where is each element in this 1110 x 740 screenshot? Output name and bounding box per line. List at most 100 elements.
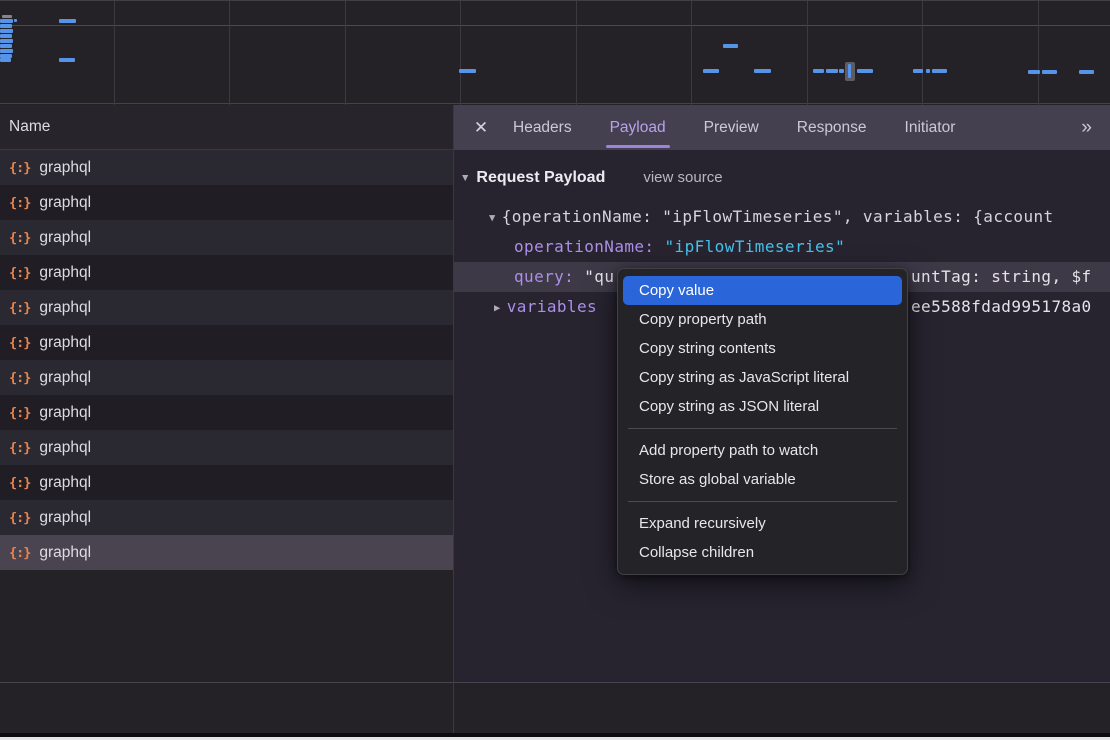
request-timing-bar[interactable] — [14, 19, 17, 22]
json-braces-icon: {:} — [9, 475, 30, 491]
menu-item-collapse-children[interactable]: Collapse children — [623, 538, 902, 567]
request-timing-bar[interactable] — [857, 69, 873, 73]
payload-row-operation-name[interactable]: operationName: "ipFlowTimeseries" — [453, 232, 1110, 262]
request-timing-bar[interactable] — [754, 69, 771, 73]
tab-response[interactable]: Response — [778, 105, 886, 150]
request-timing-bar[interactable] — [0, 24, 12, 28]
close-icon[interactable]: ✕ — [468, 118, 494, 138]
request-name: graphql — [39, 369, 91, 387]
json-value-tail: ee5588fdad995178a0 — [911, 292, 1092, 322]
collapse-triangle-icon[interactable]: ▼ — [489, 203, 496, 233]
request-row[interactable]: {:}graphql — [0, 535, 453, 570]
request-row[interactable]: {:} graphql — [0, 360, 453, 395]
overview-gridline — [922, 1, 923, 105]
request-name: graphql — [39, 439, 91, 457]
menu-item-copy-string-as-json-literal[interactable]: Copy string as JSON literal — [623, 392, 902, 421]
devtools-network-panel: Name {:}graphql{:}graphql{:}graphql{:}gr… — [0, 0, 1110, 740]
request-name: graphql — [39, 544, 91, 562]
column-divider[interactable] — [453, 105, 454, 733]
tab-headers[interactable]: Headers — [494, 105, 591, 150]
overview-row-divider — [0, 25, 1110, 26]
name-column-header[interactable]: Name — [0, 105, 453, 150]
request-timing-bar[interactable] — [1079, 70, 1094, 74]
request-row[interactable]: {:} graphql — [0, 465, 453, 500]
request-timing-bar[interactable] — [913, 69, 923, 73]
request-row[interactable]: {:} graphql — [0, 150, 453, 185]
json-braces-icon: {:} — [9, 300, 30, 316]
request-timing-bar[interactable] — [0, 29, 13, 33]
request-row[interactable]: {:}graphql — [0, 255, 453, 290]
overview-gridline — [1038, 1, 1039, 105]
request-timing-bar[interactable] — [0, 19, 13, 23]
request-row[interactable]: {:}graphql — [0, 395, 453, 430]
menu-item-copy-string-as-javascript-literal[interactable]: Copy string as JavaScript literal — [623, 363, 902, 392]
context-menu: Copy valueCopy property pathCopy string … — [617, 268, 908, 575]
request-timing-bar[interactable] — [932, 69, 947, 73]
request-timing-bar[interactable] — [723, 44, 738, 48]
json-key: query: — [514, 267, 574, 286]
request-timing-bar[interactable] — [2, 15, 12, 18]
request-timing-bar[interactable] — [813, 69, 824, 73]
payload-root-row[interactable]: ▼ {operationName: "ipFlowTimeseries", var… — [453, 202, 1110, 232]
request-timing-bar[interactable] — [59, 19, 76, 23]
request-row[interactable]: {:}graphql — [0, 220, 453, 255]
request-payload-section[interactable]: ▼Request Payloadview source — [453, 163, 1110, 193]
menu-item-add-property-path-to-watch[interactable]: Add property path to watch — [623, 436, 902, 465]
request-timing-bar[interactable] — [826, 69, 838, 73]
payload-preview-text: {operationName: "ipFlowTimeseries", vari… — [502, 207, 1054, 226]
request-name: graphql — [39, 334, 91, 352]
overview-gridline — [114, 1, 115, 105]
overview-gridline — [807, 1, 808, 105]
request-timing-bar[interactable] — [1028, 70, 1040, 74]
tab-preview[interactable]: Preview — [685, 105, 778, 150]
request-timing-bar[interactable] — [839, 69, 844, 73]
menu-item-copy-property-path[interactable]: Copy property path — [623, 305, 902, 334]
request-row[interactable]: {:} graphql — [0, 500, 453, 535]
request-timing-bar[interactable] — [459, 69, 476, 73]
json-braces-icon: {:} — [9, 510, 30, 526]
request-name: graphql — [39, 264, 91, 282]
network-overview-timeline[interactable] — [0, 0, 1110, 104]
menu-separator — [628, 428, 897, 429]
menu-item-copy-value[interactable]: Copy value — [623, 276, 902, 305]
request-timing-bar[interactable] — [0, 34, 12, 38]
request-timing-bar[interactable] — [59, 58, 75, 62]
json-string-value-tail: untTag: string, $f — [911, 262, 1092, 292]
menu-item-expand-recursively[interactable]: Expand recursively — [623, 509, 902, 538]
summary-bar-divider — [0, 682, 1110, 683]
selected-request-marker-line — [848, 64, 851, 78]
request-name: graphql — [39, 159, 91, 177]
collapse-triangle-icon[interactable]: ▼ — [460, 163, 470, 193]
view-source-link[interactable]: view source — [643, 169, 722, 186]
request-name: graphql — [39, 509, 91, 527]
request-row[interactable]: {:}graphql — [0, 185, 453, 220]
tab-payload[interactable]: Payload — [591, 105, 685, 150]
json-string-value — [654, 237, 664, 256]
request-row[interactable]: {:}graphql — [0, 430, 453, 465]
json-braces-icon: {:} — [9, 230, 30, 246]
request-timing-bar[interactable] — [0, 49, 13, 53]
menu-item-copy-string-contents[interactable]: Copy string contents — [623, 334, 902, 363]
request-row[interactable]: {:}graphql — [0, 290, 453, 325]
json-string-value: "qu — [584, 267, 614, 286]
request-timing-bar[interactable] — [1042, 70, 1057, 74]
more-tabs-icon[interactable]: » — [1081, 117, 1092, 139]
request-timing-bar[interactable] — [926, 69, 930, 73]
request-list: {:} graphql {:} graphql {:} graphql {:} graphql… — [0, 150, 453, 682]
overview-gridline — [576, 1, 577, 105]
expand-triangle-icon[interactable]: ▶ — [494, 293, 501, 323]
json-braces-icon: {:} — [9, 195, 30, 211]
request-timing-bar[interactable] — [0, 58, 11, 62]
request-row[interactable]: {:}graphql — [0, 325, 453, 360]
request-timing-bar[interactable] — [0, 39, 13, 43]
request-timing-bar[interactable] — [703, 69, 719, 73]
tab-initiator[interactable]: Initiator — [886, 105, 975, 150]
json-key: variables — [507, 297, 597, 316]
menu-item-store-as-global-variable[interactable]: Store as global variable — [623, 465, 902, 494]
overview-gridline — [345, 1, 346, 105]
detail-tabs: ✕ HeadersPayloadPreviewResponseInitiator… — [453, 105, 1110, 150]
request-name: graphql — [39, 474, 91, 492]
json-braces-icon: {:} — [9, 370, 30, 386]
request-timing-bar[interactable] — [0, 44, 12, 48]
json-braces-icon: {:} — [9, 160, 30, 176]
